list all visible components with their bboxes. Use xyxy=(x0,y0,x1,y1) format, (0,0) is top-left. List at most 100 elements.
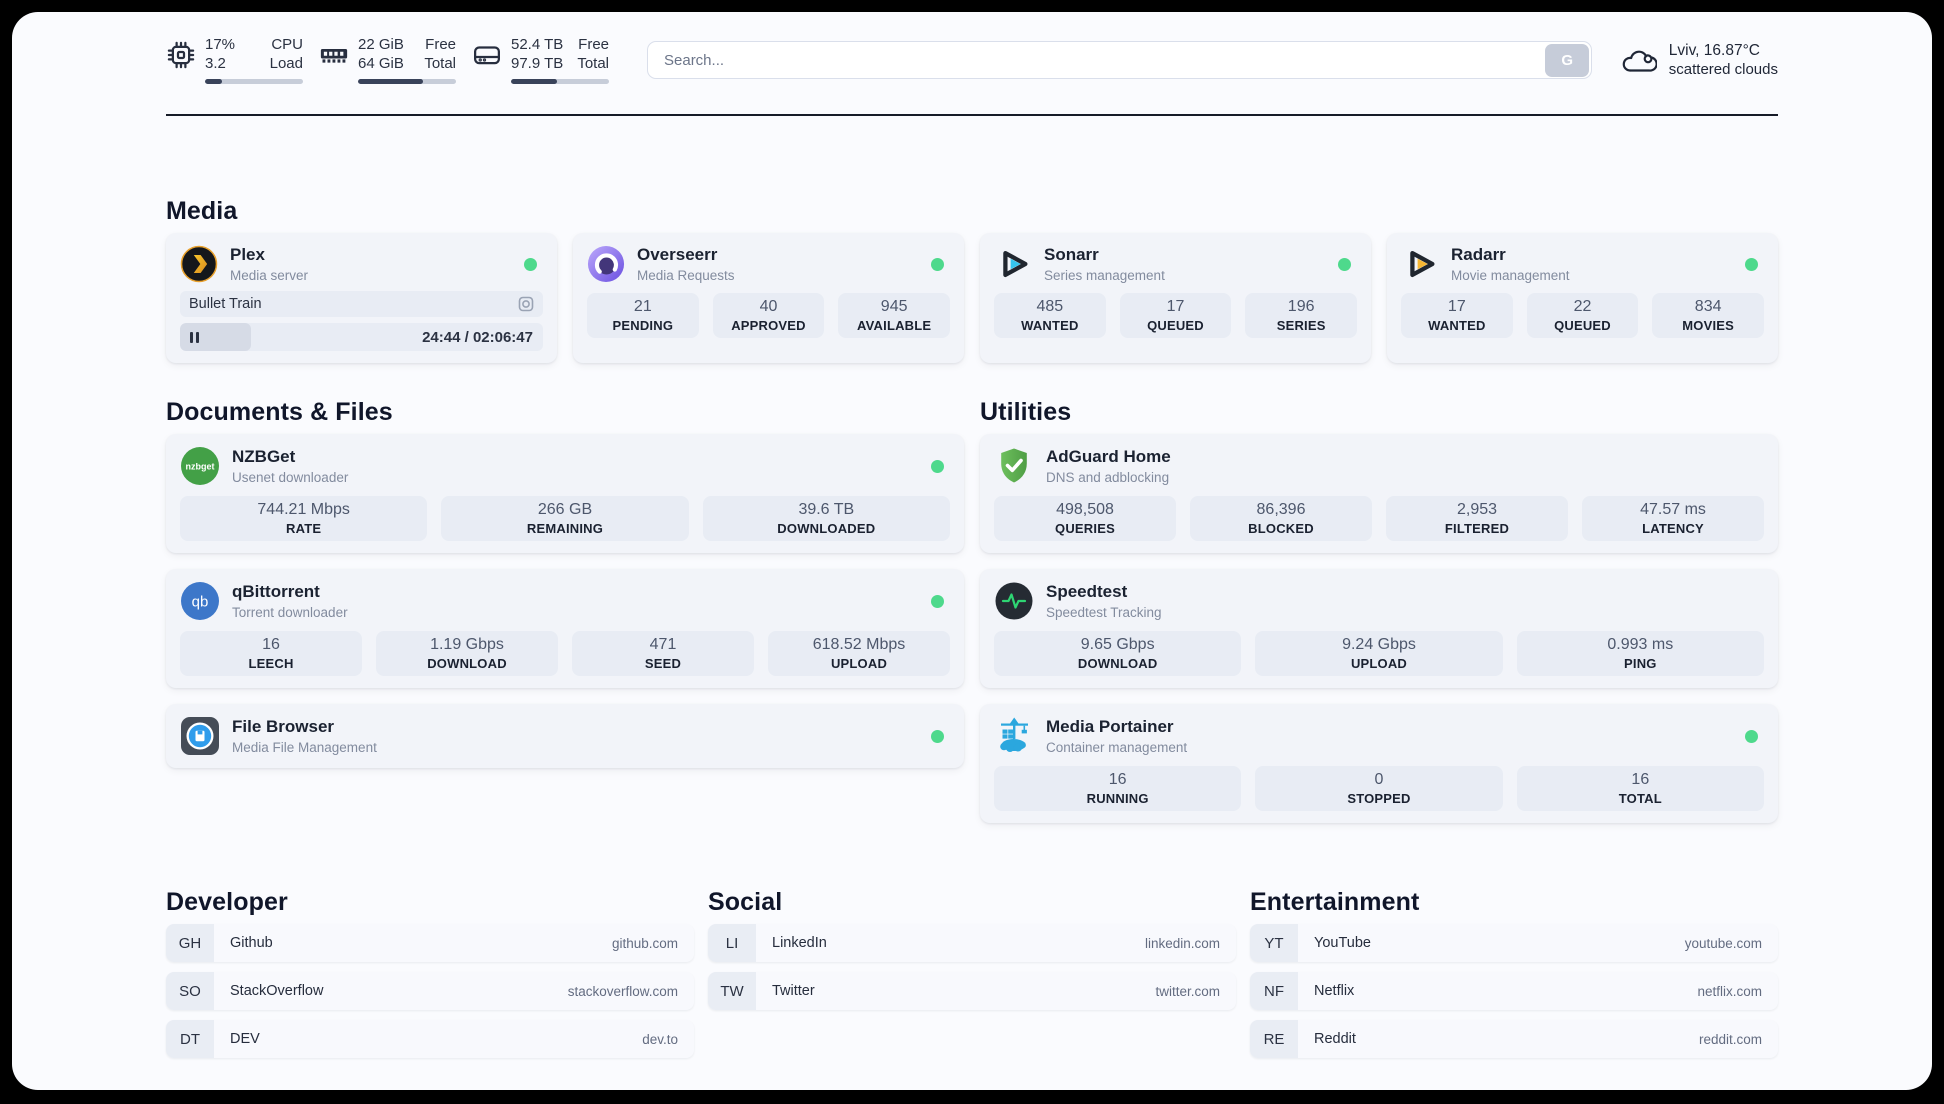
stat-value: 22 xyxy=(1573,298,1592,315)
stat-label: LEECH xyxy=(248,656,294,671)
bookmark-row[interactable]: LI LinkedIn linkedin.com xyxy=(708,924,1236,962)
stat-value: 196 xyxy=(1287,298,1315,315)
service-card-filebrowser[interactable]: File Browser Media File Management xyxy=(166,704,964,768)
stat-value: 47.57 ms xyxy=(1640,501,1706,518)
section-media: Media Plex Media server Bullet Train 24:… xyxy=(166,196,1778,363)
status-dot xyxy=(931,729,944,743)
bookmark-row[interactable]: RE Reddit reddit.com xyxy=(1250,1020,1778,1058)
bookmark-url: youtube.com xyxy=(1684,935,1762,951)
resource-label: Free xyxy=(425,36,456,54)
stat-label: UPLOAD xyxy=(1350,656,1408,671)
stat-value: 17 xyxy=(1447,298,1466,315)
service-title: Speedtest xyxy=(1046,582,1128,602)
bookmark-row[interactable]: GH Github github.com xyxy=(166,924,694,962)
bookmark-row[interactable]: TW Twitter twitter.com xyxy=(708,972,1236,1010)
service-subtitle: Speedtest Tracking xyxy=(1046,604,1162,620)
weather-location: Lviv, 16.87°C xyxy=(1668,41,1760,59)
service-card-speedtest[interactable]: Speedtest Speedtest Tracking 9.65 Gbps D… xyxy=(980,569,1778,688)
stat-box: 17 WANTED xyxy=(1401,293,1513,338)
stat-value: 2,953 xyxy=(1456,501,1498,518)
stat-label: DOWNLOAD xyxy=(427,656,507,671)
service-subtitle: Series management xyxy=(1044,267,1165,283)
stat-box: 485 WANTED xyxy=(994,293,1106,338)
stat-value: 834 xyxy=(1694,298,1722,315)
stat-label: DOWNLOAD xyxy=(1077,656,1158,671)
stat-box: 17 QUEUED xyxy=(1119,293,1232,338)
status-dot xyxy=(931,459,944,473)
bookmark-name: StackOverflow xyxy=(230,983,324,999)
bookmark-name: Github xyxy=(230,935,273,951)
playback-time: 24:44 / 02:06:47 xyxy=(422,328,533,346)
bookmark-url: dev.to xyxy=(642,1031,678,1047)
memory-icon xyxy=(319,40,349,70)
service-title: File Browser xyxy=(232,717,335,737)
disk-usage-bar xyxy=(511,78,609,84)
bookmark-row[interactable]: NF Netflix netflix.com xyxy=(1250,972,1778,1010)
service-title: AdGuard Home xyxy=(1046,447,1171,467)
stat-value: 21 xyxy=(633,298,652,315)
stat-box: 834 MOVIES xyxy=(1652,293,1764,338)
stat-label: WANTED xyxy=(1428,318,1486,333)
stat-box: 21 PENDING xyxy=(587,293,699,338)
service-card-portainer[interactable]: Media Portainer Container management 16 … xyxy=(980,704,1778,823)
nzbget-icon: nzbget xyxy=(180,446,220,486)
stat-box: 47.57 ms LATENCY xyxy=(1582,496,1764,541)
bookmark-abbr: LI xyxy=(708,924,756,962)
bookmark-name: YouTube xyxy=(1314,935,1371,951)
section-title-media: Media xyxy=(166,197,238,225)
stat-value: 86,396 xyxy=(1256,501,1306,518)
stat-box: 22 QUEUED xyxy=(1526,293,1639,338)
stat-label: UPLOAD xyxy=(830,656,888,671)
stat-box: 9.65 Gbps DOWNLOAD xyxy=(994,631,1242,676)
service-card-nzbget[interactable]: nzbget NZBGet Usenet downloader 744.21 M… xyxy=(166,434,964,553)
qbittorrent-icon: qb xyxy=(180,581,220,621)
stat-value: 485 xyxy=(1036,298,1064,315)
weather-widget: Lviv, 16.87°C scattered clouds xyxy=(1620,41,1778,79)
stat-value: 16 xyxy=(262,636,280,653)
section-title-developer: Developer xyxy=(166,888,288,916)
stat-value: 0.993 ms xyxy=(1607,636,1674,653)
service-card-plex[interactable]: Plex Media server Bullet Train 24:44 / 0… xyxy=(166,233,557,363)
bookmark-name: Twitter xyxy=(772,983,815,999)
search-input[interactable] xyxy=(647,41,1592,79)
bookmark-row[interactable]: YT YouTube youtube.com xyxy=(1250,924,1778,962)
bookmark-url: reddit.com xyxy=(1698,1031,1762,1047)
stat-box: 2,953 FILTERED xyxy=(1386,496,1568,541)
stat-box: 0.993 ms PING xyxy=(1516,631,1764,676)
bookmark-row[interactable]: SO StackOverflow stackoverflow.com xyxy=(166,972,694,1010)
section-utilities: Utilities AdGuard Home DNS and adblockin… xyxy=(980,397,1778,823)
playback-progress-bar: 24:44 / 02:06:47 xyxy=(180,323,543,351)
bookmark-row[interactable]: DT DEV dev.to xyxy=(166,1020,694,1058)
service-card-overseerr[interactable]: Overseerr Media Requests 21 PENDING 40 A… xyxy=(573,233,964,363)
service-card-adguard[interactable]: AdGuard Home DNS and adblocking 498,508 … xyxy=(980,434,1778,553)
service-card-radarr[interactable]: Radarr Movie management 17 WANTED 22 QUE… xyxy=(1387,233,1778,363)
stat-value: 744.21 Mbps xyxy=(257,501,350,518)
section-title-social: Social xyxy=(708,888,783,916)
stat-label: FILTERED xyxy=(1444,521,1510,536)
stat-box: 618.52 Mbps UPLOAD xyxy=(768,631,950,676)
stat-box: 266 GB REMAINING xyxy=(441,496,689,541)
section-title-utilities: Utilities xyxy=(980,398,1072,426)
stat-label: APPROVED xyxy=(731,318,806,333)
status-dot xyxy=(1338,257,1351,271)
bookmark-name: LinkedIn xyxy=(772,935,827,951)
status-dot xyxy=(524,257,537,271)
bookmark-name: Reddit xyxy=(1314,1031,1356,1047)
nzbget-icon-text: nzbget xyxy=(186,461,215,471)
stat-label: DOWNLOADED xyxy=(777,521,876,536)
service-title: Radarr xyxy=(1451,245,1506,265)
stat-box: 86,396 BLOCKED xyxy=(1190,496,1372,541)
service-card-qbittorrent[interactable]: qb qBittorrent Torrent downloader 16 LEE… xyxy=(166,569,964,688)
memory-usage-bar xyxy=(358,78,456,84)
topbar: 17% 3.2 CPU Load 22 GiB 64 GiB Free Tota… xyxy=(166,36,1778,84)
stat-label: PENDING xyxy=(612,318,674,333)
resource-value: 97.9 TB xyxy=(511,55,564,72)
stat-box: 16 LEECH xyxy=(180,631,362,676)
search-shortcut-badge[interactable]: G xyxy=(1545,43,1590,77)
bookmark-name: DEV xyxy=(230,1031,260,1047)
resource-value: 17% xyxy=(205,36,236,54)
bookmark-abbr: DT xyxy=(166,1020,214,1058)
now-playing-bar: Bullet Train xyxy=(180,291,543,317)
service-card-sonarr[interactable]: Sonarr Series management 485 WANTED 17 Q… xyxy=(980,233,1371,363)
stat-value: 618.52 Mbps xyxy=(812,636,906,653)
